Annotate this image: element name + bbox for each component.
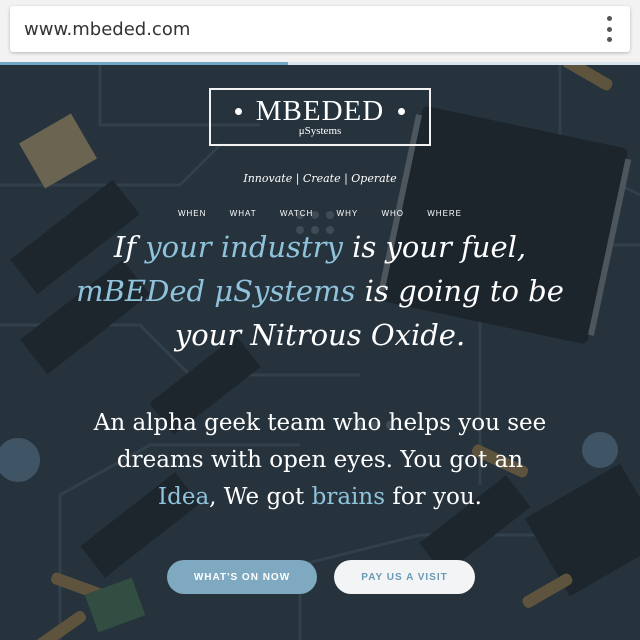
headline-highlight: mBEDed μSystems (76, 274, 356, 308)
headline-text: is your fuel, (342, 230, 527, 264)
hero-section: MBEDED μSystems Innovate | Create | Oper… (0, 65, 640, 640)
browser-toolbar: www.mbeded.com (0, 0, 640, 65)
description-highlight: Idea (158, 484, 210, 510)
pay-us-a-visit-button[interactable]: PAY US A VISIT (334, 560, 475, 594)
more-vert-icon[interactable] (604, 16, 614, 42)
headline-line-3: your Nitrous Oxide. (174, 318, 466, 352)
logo-dot-right (398, 107, 406, 115)
headline-line-1: If your industry is your fuel, (0, 225, 640, 269)
nav-item-why[interactable]: WHY (337, 209, 359, 218)
description-text: for you. (385, 484, 482, 510)
nav-item-where[interactable]: WHERE (427, 209, 462, 218)
nav-item-who[interactable]: WHO (381, 209, 404, 218)
headline-highlight: your industry (145, 230, 343, 264)
logo-subtitle: μSystems (298, 125, 342, 137)
description-text: , We got (209, 484, 312, 510)
tagline: Innovate | Create | Operate (243, 172, 397, 185)
logo-dot-left (234, 107, 242, 115)
description-line-2: dreams with open eyes. You got an (116, 447, 524, 473)
logo-name: MBEDED (255, 95, 385, 127)
headline-text: is going to be (355, 274, 564, 308)
nav-item-what[interactable]: WHAT (230, 209, 257, 218)
description-line-3: Idea, We got brains for you. (0, 479, 640, 516)
hero-headline: If your industry is your fuel, mBEDed μS… (0, 225, 640, 357)
description-line-1: An alpha geek team who helps you see (93, 410, 547, 436)
main-nav: WHEN WHAT WATCH WHY WHO WHERE (0, 209, 640, 218)
url-text[interactable]: www.mbeded.com (24, 19, 190, 40)
headline-line-2: mBEDed μSystems is going to be (0, 269, 640, 313)
nav-item-watch[interactable]: WATCH (280, 209, 313, 218)
nav-item-when[interactable]: WHEN (178, 209, 206, 218)
description-highlight: brains (311, 484, 386, 510)
hero-description: An alpha geek team who helps you see dre… (0, 405, 640, 516)
site-logo[interactable]: MBEDED μSystems (209, 88, 431, 146)
logo-row: MBEDED (211, 96, 429, 126)
whats-on-now-button[interactable]: WHAT'S ON NOW (167, 560, 317, 594)
address-bar[interactable]: www.mbeded.com (10, 6, 630, 52)
headline-text: If (113, 230, 146, 264)
